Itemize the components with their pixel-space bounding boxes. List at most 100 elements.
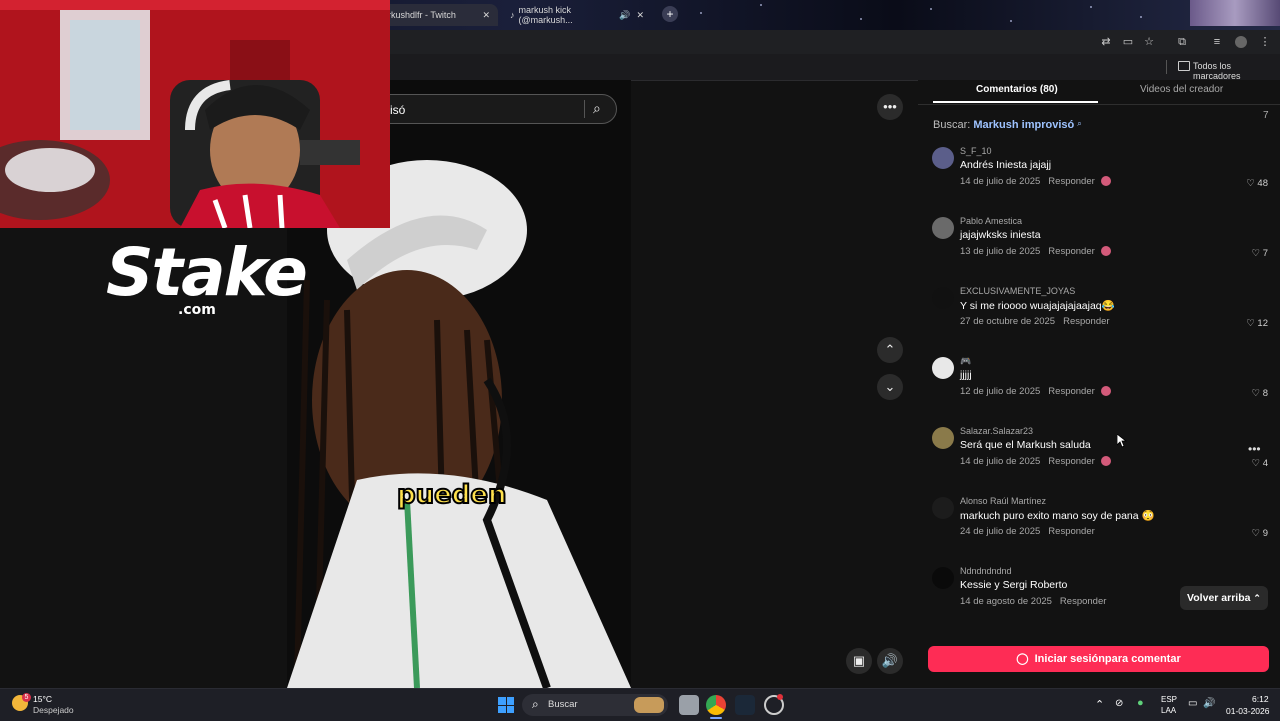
more-options-button[interactable]: •••	[877, 94, 903, 120]
reply-button[interactable]: Responder	[1048, 526, 1094, 537]
comment-item: Salazar.Salazar23 Será que el Markush sal…	[932, 424, 1272, 494]
close-icon[interactable]: ✕	[482, 10, 490, 21]
network-off-icon[interactable]: ⊘	[1115, 698, 1123, 709]
previous-video-button[interactable]: ⌃	[877, 337, 903, 363]
comment-date-line: 24 de julio de 2025 Responder	[960, 526, 1095, 537]
like-count: 48	[1257, 178, 1268, 189]
avatar[interactable]	[932, 357, 954, 379]
weather-widget[interactable]: 5 15°C Despejado	[12, 693, 92, 717]
comment-username[interactable]: Alonso Raúl Martínez	[960, 496, 1046, 506]
taskbar-search[interactable]: ⌕ Buscar	[522, 694, 668, 716]
comment-username[interactable]: Salazar.Salazar23	[960, 426, 1033, 436]
search-prefix: Buscar:	[933, 119, 971, 131]
clock-time[interactable]: 6:12	[1252, 694, 1269, 704]
reply-button[interactable]: Responder	[1063, 316, 1109, 327]
next-video-button[interactable]: ⌄	[877, 374, 903, 400]
tab-comments[interactable]: Comentarios (80)	[976, 84, 1058, 95]
profile-avatar[interactable]	[1235, 36, 1247, 48]
taskbar-search-label: Buscar	[548, 699, 578, 710]
reply-button[interactable]: Responder	[1060, 596, 1106, 607]
all-bookmarks-link[interactable]: Todos los marcadores	[1193, 61, 1280, 81]
file-explorer-icon[interactable]	[679, 695, 699, 715]
creator-like-avatar	[1100, 176, 1111, 187]
like-button[interactable]: ♡ 7	[1252, 248, 1268, 259]
like-button[interactable]: ♡ 9	[1252, 528, 1268, 539]
cast-icon[interactable]: ▭	[1122, 36, 1134, 48]
volume-button[interactable]: 🔊	[877, 648, 903, 674]
avatar[interactable]	[932, 567, 954, 589]
comment-date-line: 13 de julio de 2025 Responder	[960, 246, 1111, 257]
active-app-indicator	[710, 717, 722, 719]
avatar[interactable]	[932, 427, 954, 449]
comment-username[interactable]: Pablo Amestica	[960, 216, 1022, 226]
like-button[interactable]: ♡ 4	[1252, 458, 1268, 469]
heart-icon: ♡	[1251, 458, 1261, 469]
clock-date[interactable]: 01-03-2026	[1226, 706, 1269, 716]
comment-username[interactable]: 🎮	[960, 356, 971, 367]
comment-date-line: 14 de julio de 2025 Responder	[960, 176, 1111, 187]
weather-badge: 5	[22, 693, 31, 702]
stake-brand: Stake	[106, 234, 308, 311]
reply-button[interactable]: Responder	[1048, 456, 1094, 467]
like-button[interactable]: ♡ 8	[1252, 388, 1268, 399]
tab-label: rkushdlfr - Twitch	[388, 10, 456, 20]
like-button[interactable]: ♡ 12	[1246, 318, 1268, 329]
comment-date: 14 de agosto de 2025	[960, 596, 1052, 607]
translate-icon[interactable]: ⇄	[1100, 36, 1112, 48]
chrome-icon[interactable]	[706, 695, 726, 715]
webcam-scene	[0, 0, 390, 228]
steam-icon[interactable]	[735, 695, 755, 715]
avatar[interactable]	[932, 147, 954, 169]
like-button[interactable]: ♡ 48	[1246, 178, 1268, 189]
search-input[interactable]	[388, 101, 582, 119]
search-icon: ⌕	[1077, 119, 1082, 128]
panel-tabs: Comentarios (80) Videos del creador	[918, 80, 1280, 105]
speaker-icon[interactable]: 🔊	[1203, 698, 1215, 709]
search-suggestion[interactable]: Buscar: Markush improvisó ⌕	[933, 119, 1082, 131]
microphone-icon[interactable]: ●	[1137, 697, 1144, 709]
language-top[interactable]: ESP	[1161, 695, 1177, 704]
speaker-icon[interactable]: 🔊	[619, 10, 630, 21]
comment-item: S_F_10 Andrés Iniesta jajajj 14 de julio d…	[932, 144, 1272, 214]
start-button[interactable]	[498, 697, 514, 713]
back-to-top-button[interactable]: Volver arriba ⌃	[1180, 586, 1268, 610]
reply-button[interactable]: Responder	[1048, 246, 1094, 257]
tab-twitch[interactable]: rkushdlfr - Twitch ✕	[380, 4, 498, 26]
like-count: 8	[1262, 388, 1268, 399]
comment-more-icon[interactable]: •••	[1248, 442, 1261, 456]
reply-button[interactable]: Responder	[1048, 176, 1094, 187]
language-bottom[interactable]: LAA	[1161, 706, 1176, 715]
menu-kebab-icon[interactable]: ⋮	[1259, 36, 1271, 48]
weather-temp: 15°C	[33, 694, 52, 704]
avatar[interactable]	[932, 217, 954, 239]
back-to-top-label: Volver arriba	[1187, 592, 1251, 604]
avatar[interactable]	[932, 497, 954, 519]
bookmark-star-icon[interactable]: ☆	[1143, 36, 1155, 48]
media-control-icon[interactable]: ≡	[1211, 36, 1223, 48]
comment-item: Alonso Raúl Martínez markuch puro exito m…	[932, 494, 1272, 564]
avatar[interactable]	[932, 287, 954, 309]
creator-like-avatar	[1100, 386, 1111, 397]
display-icon[interactable]: ▭	[1188, 698, 1197, 709]
reply-button[interactable]: Responder	[1048, 386, 1094, 397]
comment-username[interactable]: EXCLUSIVAMENTE_JOYAS	[960, 286, 1075, 296]
search-term-link[interactable]: Markush improvisó	[973, 119, 1074, 131]
close-icon[interactable]: ✕	[636, 10, 644, 21]
comment-date: 14 de julio de 2025	[960, 176, 1041, 187]
login-to-comment-button[interactable]: ◯ Iniciar sesiónpara comentar	[928, 646, 1269, 672]
comment-username[interactable]: Ndndndndnd	[960, 566, 1012, 576]
miniplayer-button[interactable]: ▣	[846, 648, 872, 674]
tab-creator-videos[interactable]: Videos del creador	[1140, 84, 1223, 95]
comment-bubble-icon: ◯	[1016, 653, 1029, 665]
extensions-icon[interactable]: ⧉	[1176, 36, 1188, 48]
comment-text: Y si me rioooo wuajajajajaajaq😂	[960, 300, 1115, 312]
heart-icon: ♡	[1251, 388, 1261, 399]
new-tab-button[interactable]: +	[662, 6, 678, 22]
comment-date: 14 de julio de 2025	[960, 456, 1041, 467]
comment-username[interactable]: S_F_10	[960, 146, 992, 156]
folder-icon	[1178, 61, 1190, 71]
show-hidden-icons-icon[interactable]: ⌃	[1095, 698, 1104, 711]
search-icon[interactable]: ⌕	[593, 100, 601, 117]
tab-tiktok[interactable]: ♪ markush kick (@markush... 🔊 ✕	[502, 4, 652, 26]
heart-icon: ♡	[1251, 248, 1261, 259]
